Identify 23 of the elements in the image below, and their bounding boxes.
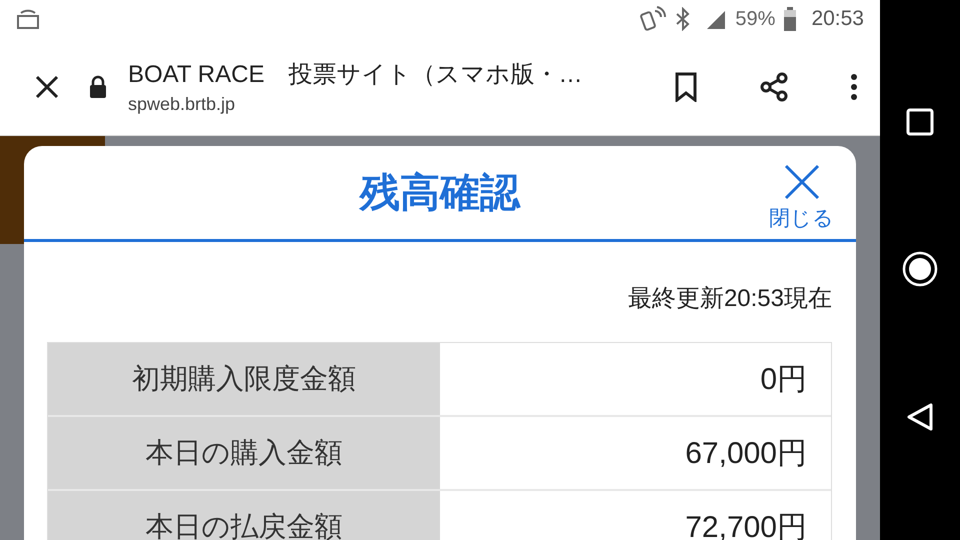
back-icon[interactable] <box>906 402 934 432</box>
clock: 20:53 <box>811 7 864 31</box>
home-icon[interactable] <box>902 250 938 287</box>
row-value: 67,000円 <box>440 417 831 491</box>
lock-icon <box>88 74 108 98</box>
close-icon <box>784 164 820 200</box>
menu-icon <box>850 72 858 100</box>
battery-icon <box>783 7 798 31</box>
recents-icon[interactable] <box>906 108 934 136</box>
page-title: BOAT RACE 投票サイト（スマホ版・… <box>128 60 584 90</box>
row-value: 0円 <box>440 343 831 417</box>
row-label: 本日の購入金額 <box>48 417 440 491</box>
close-icon <box>34 74 60 100</box>
battery-percent: 59% <box>735 8 776 30</box>
bluetooth-icon <box>675 7 692 31</box>
row-label: 初期購入限度金額 <box>48 343 440 417</box>
dialog-close-button[interactable]: 閉じる <box>769 164 834 232</box>
last-updated-text: 最終更新20:53現在 <box>626 284 833 314</box>
share-icon <box>758 70 790 102</box>
bookmark-icon <box>674 72 698 102</box>
dialog-title: 残高確認 <box>360 170 520 217</box>
phone-signal-icon <box>639 5 668 33</box>
page-url: spweb.brtb.jp <box>128 94 236 115</box>
